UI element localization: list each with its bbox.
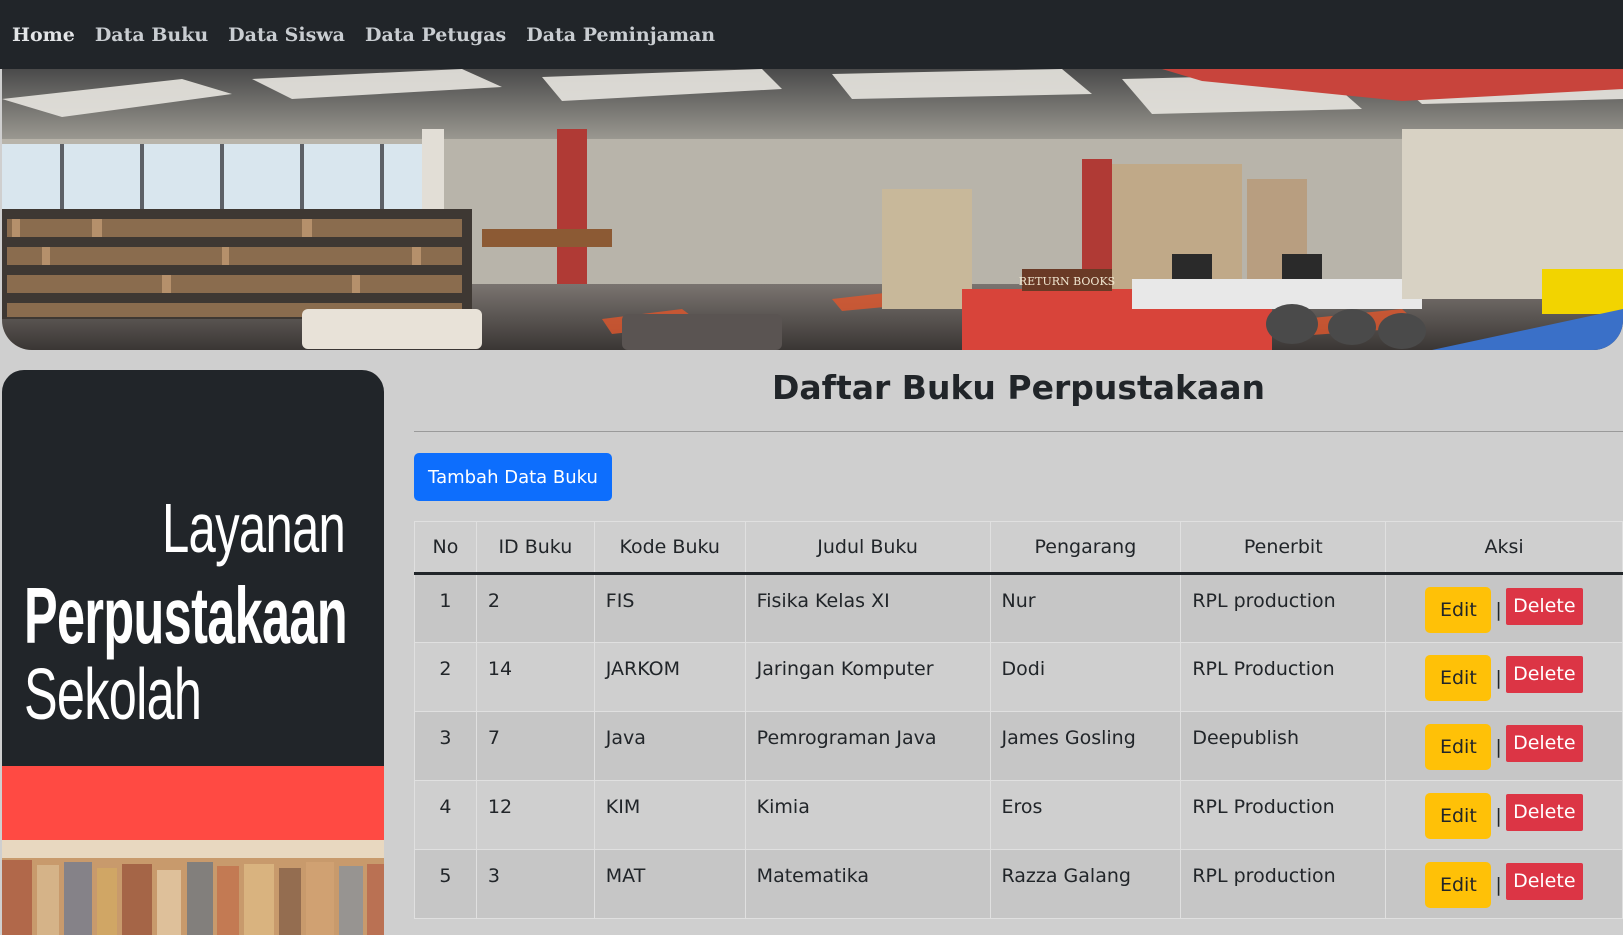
cell-kode-buku: MAT [593, 849, 746, 919]
edit-button[interactable]: Edit [1425, 724, 1492, 770]
edit-button[interactable]: Edit [1425, 793, 1492, 839]
cell-penerbit: RPL Production [1180, 642, 1387, 712]
action-separator: | [1495, 805, 1502, 827]
cell-id-buku: 7 [475, 711, 595, 781]
nav-link-data-peminjaman[interactable]: Data Peminjaman [526, 24, 715, 46]
cell-no: 1 [414, 573, 477, 643]
header-judul-buku: Judul Buku [744, 521, 991, 575]
edit-button[interactable]: Edit [1425, 862, 1492, 908]
cell-no: 4 [414, 780, 477, 850]
delete-button[interactable]: Delete [1505, 724, 1583, 762]
nav-link-data-petugas[interactable]: Data Petugas [365, 24, 506, 46]
header-aksi: Aksi [1385, 521, 1623, 575]
delete-button[interactable]: Delete [1505, 862, 1583, 900]
cell-kode-buku: Java [593, 711, 746, 781]
cell-aksi: Edit | Delete [1385, 849, 1623, 919]
cell-kode-buku: KIM [593, 780, 746, 850]
cell-penerbit: Deepublish [1180, 711, 1387, 781]
table-header-row: No ID Buku Kode Buku Judul Buku Pengaran… [414, 521, 1623, 575]
cell-no: 5 [414, 849, 477, 919]
delete-button[interactable]: Delete [1505, 793, 1583, 831]
banner-image: RETURN BOOKS [2, 69, 1623, 350]
cell-id-buku: 3 [475, 849, 595, 919]
cell-id-buku: 12 [475, 780, 595, 850]
add-book-button[interactable]: Tambah Data Buku [414, 453, 612, 501]
table-row: 2 14 JARKOM Jaringan Komputer Dodi RPL P… [414, 642, 1623, 712]
cell-aksi: Edit | Delete [1385, 642, 1623, 712]
action-separator: | [1495, 874, 1502, 896]
nav-link-data-siswa[interactable]: Data Siswa [228, 24, 345, 46]
action-separator: | [1495, 599, 1502, 621]
navbar: Home Data Buku Data Siswa Data Petugas D… [0, 0, 1623, 69]
header-id-buku: ID Buku [475, 521, 595, 575]
cell-no: 2 [414, 642, 477, 712]
page-title: Daftar Buku Perpustakaan [771, 368, 1266, 407]
sidebar-promo: Layanan Perpustakaan Sekolah [2, 370, 384, 935]
books-table: No ID Buku Kode Buku Judul Buku Pengaran… [414, 521, 1623, 919]
nav-link-data-buku[interactable]: Data Buku [95, 24, 208, 46]
sidebar-red-band [2, 766, 384, 840]
header-penerbit: Penerbit [1180, 521, 1387, 575]
cell-pengarang: James Gosling [989, 711, 1182, 781]
sidebar-title: Layanan Perpustakaan Sekolah [2, 370, 384, 766]
sidebar-title-line1: Layanan [162, 489, 346, 567]
table-row: 4 12 KIM Kimia Eros RPL Production Edit |… [414, 780, 1623, 850]
header-no: No [414, 521, 477, 575]
divider [414, 431, 1623, 432]
table-row: 1 2 FIS Fisika Kelas XI Nur RPL producti… [414, 573, 1623, 643]
return-books-sign: RETURN BOOKS [1019, 275, 1115, 288]
action-separator: | [1495, 667, 1502, 689]
library-photo: RETURN BOOKS [2, 69, 1623, 350]
cell-penerbit: RPL production [1180, 849, 1387, 919]
cell-aksi: Edit | Delete [1385, 573, 1623, 643]
cell-judul-buku: Fisika Kelas XI [744, 573, 991, 643]
sidebar-bookshelf-photo [2, 840, 384, 935]
sidebar-title-line3: Sekolah [24, 655, 202, 735]
cell-penerbit: RPL Production [1180, 780, 1387, 850]
cell-judul-buku: Kimia [744, 780, 991, 850]
cell-penerbit: RPL production [1180, 573, 1387, 643]
cell-pengarang: Eros [989, 780, 1182, 850]
cell-judul-buku: Matematika [744, 849, 991, 919]
nav-link-home[interactable]: Home [12, 24, 75, 46]
cell-aksi: Edit | Delete [1385, 780, 1623, 850]
delete-button[interactable]: Delete [1505, 587, 1583, 625]
header-kode-buku: Kode Buku [593, 521, 746, 575]
table-row: 5 3 MAT Matematika Razza Galang RPL prod… [414, 849, 1623, 919]
cell-kode-buku: FIS [593, 573, 746, 643]
cell-no: 3 [414, 711, 477, 781]
action-separator: | [1495, 736, 1502, 758]
cell-pengarang: Razza Galang [989, 849, 1182, 919]
sidebar-title-line2: Perpustakaan [24, 571, 348, 660]
cell-pengarang: Dodi [989, 642, 1182, 712]
edit-button[interactable]: Edit [1425, 655, 1492, 701]
edit-button[interactable]: Edit [1425, 587, 1492, 633]
delete-button[interactable]: Delete [1505, 655, 1583, 693]
cell-judul-buku: Jaringan Komputer [744, 642, 991, 712]
cell-aksi: Edit | Delete [1385, 711, 1623, 781]
header-pengarang: Pengarang [989, 521, 1182, 575]
cell-kode-buku: JARKOM [593, 642, 746, 712]
table-row: 3 7 Java Pemrograman Java James Gosling … [414, 711, 1623, 781]
cell-pengarang: Nur [989, 573, 1182, 643]
cell-id-buku: 2 [475, 573, 595, 643]
cell-id-buku: 14 [475, 642, 595, 712]
cell-judul-buku: Pemrograman Java [744, 711, 991, 781]
